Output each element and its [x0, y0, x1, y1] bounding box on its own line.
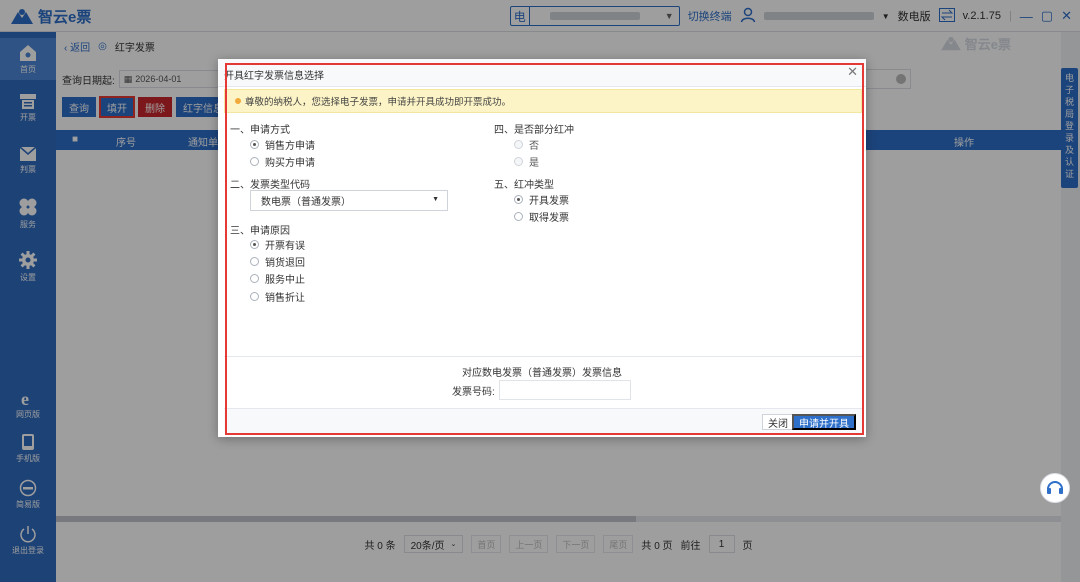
radio-icon — [514, 212, 523, 221]
radio-reason-error[interactable]: 开票有误 — [250, 237, 305, 252]
warning-dot-icon — [235, 98, 241, 104]
section-apply-method: 一、申请方式 — [230, 125, 290, 136]
notice-bar: 尊敬的纳税人，您选择电子发票，申请并开具成功即开票成功。 — [224, 89, 862, 113]
apply-and-issue-button[interactable]: 申请并开具 — [792, 414, 856, 430]
radio-reason-service-stop[interactable]: 服务中止 — [250, 271, 305, 286]
radio-partial-no[interactable]: 否 — [514, 137, 539, 152]
radio-red-issue[interactable]: 开具发票 — [514, 192, 569, 207]
radio-reason-discount[interactable]: 销售折让 — [250, 289, 305, 304]
section-reason: 三、申请原因 — [230, 226, 290, 237]
dialog-close-button[interactable]: 关闭 — [762, 414, 794, 430]
caret-down-icon: ▼ — [432, 196, 439, 203]
headset-icon — [1047, 481, 1063, 494]
form-area: 一、申请方式 销售方申请 购买方申请 二、发票类型代码 数电票（普通发票） ▼ … — [224, 113, 862, 357]
radio-icon — [250, 274, 259, 283]
dialog-header: 开具红字发票信息选择 ✕ — [218, 59, 866, 87]
radio-seller-apply[interactable]: 销售方申请 — [250, 137, 315, 152]
radio-icon — [514, 140, 523, 149]
radio-partial-yes[interactable]: 是 — [514, 154, 539, 169]
red-invoice-dialog: 开具红字发票信息选择 ✕ 尊敬的纳税人，您选择电子发票，申请并开具成功即开票成功… — [218, 59, 866, 437]
section-red-type: 五、红冲类型 — [494, 180, 554, 191]
notice-text: 尊敬的纳税人，您选择电子发票，申请并开具成功即开票成功。 — [245, 97, 512, 108]
customer-support-button[interactable] — [1040, 473, 1070, 503]
radio-checked-icon — [250, 140, 259, 149]
dialog-title: 开具红字发票信息选择 — [224, 71, 324, 82]
radio-red-receive[interactable]: 取得发票 — [514, 209, 569, 224]
invoice-number-input[interactable] — [498, 380, 631, 400]
invoice-number-row: 发票号码: — [452, 380, 631, 400]
radio-checked-icon — [514, 195, 523, 204]
linked-invoice-info-title: 对应数电发票（普通发票）发票信息 — [462, 368, 622, 379]
section-partial: 四、是否部分红冲 — [494, 125, 574, 136]
radio-reason-return[interactable]: 销货退回 — [250, 254, 305, 269]
radio-icon — [514, 157, 523, 166]
radio-buyer-apply[interactable]: 购买方申请 — [250, 154, 315, 169]
invoice-number-label: 发票号码: — [452, 386, 495, 398]
radio-icon — [250, 257, 259, 266]
ticket-type-select[interactable]: 数电票（普通发票） ▼ — [250, 190, 448, 211]
close-icon[interactable]: ✕ — [847, 64, 858, 80]
divider — [224, 356, 862, 357]
dialog-footer: 关闭 申请并开具 — [224, 408, 862, 435]
radio-icon — [250, 292, 259, 301]
radio-icon — [250, 157, 259, 166]
section-ticket-type: 二、发票类型代码 — [230, 180, 310, 191]
radio-checked-icon — [250, 240, 259, 249]
